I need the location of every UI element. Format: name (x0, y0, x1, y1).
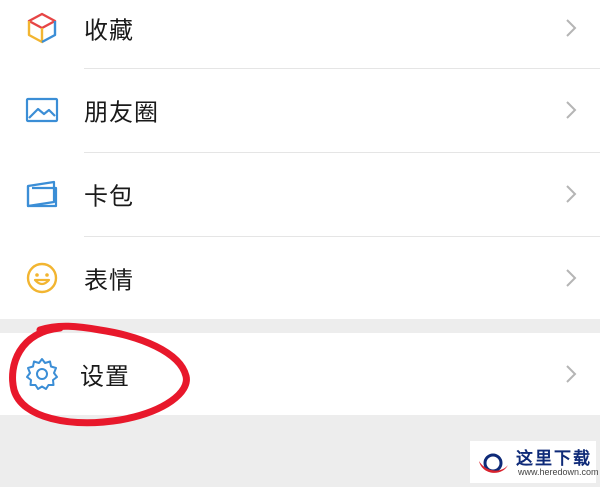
menu-item-stickers[interactable]: 表情 (0, 236, 600, 320)
menu-item-label: 朋友圈 (84, 98, 159, 127)
sticker-smiley-icon (26, 262, 58, 294)
menu-item-card-wallet[interactable]: 卡包 (0, 152, 600, 236)
menu-item-label: 卡包 (84, 182, 134, 211)
watermark-url: www.heredown.com (518, 467, 599, 477)
watermark-title: 这里下载 (516, 449, 592, 469)
menu-item-label: 表情 (84, 266, 134, 295)
chevron-right-icon (566, 101, 577, 119)
site-watermark: 这里下载 www.heredown.com (470, 441, 599, 483)
menu-item-favorites[interactable]: 收藏 (0, 0, 600, 70)
moments-picture-icon (25, 97, 59, 123)
favorites-cube-icon (27, 12, 57, 44)
menu-item-settings[interactable]: 设置 (0, 333, 600, 415)
menu-item-moments[interactable]: 朋友圈 (0, 68, 600, 152)
menu-group-settings: 设置 (0, 333, 600, 415)
chevron-right-icon (566, 365, 577, 383)
swoosh-logo-icon (479, 453, 508, 473)
card-wallet-icon (26, 180, 58, 208)
menu-item-label: 设置 (80, 362, 130, 391)
chevron-right-icon (566, 185, 577, 203)
menu-group-main: 收藏 朋友圈 卡包 表情 (0, 0, 600, 319)
chevron-right-icon (566, 269, 577, 287)
gear-icon (26, 358, 58, 390)
menu-item-label: 收藏 (84, 16, 134, 45)
chevron-right-icon (566, 19, 577, 37)
